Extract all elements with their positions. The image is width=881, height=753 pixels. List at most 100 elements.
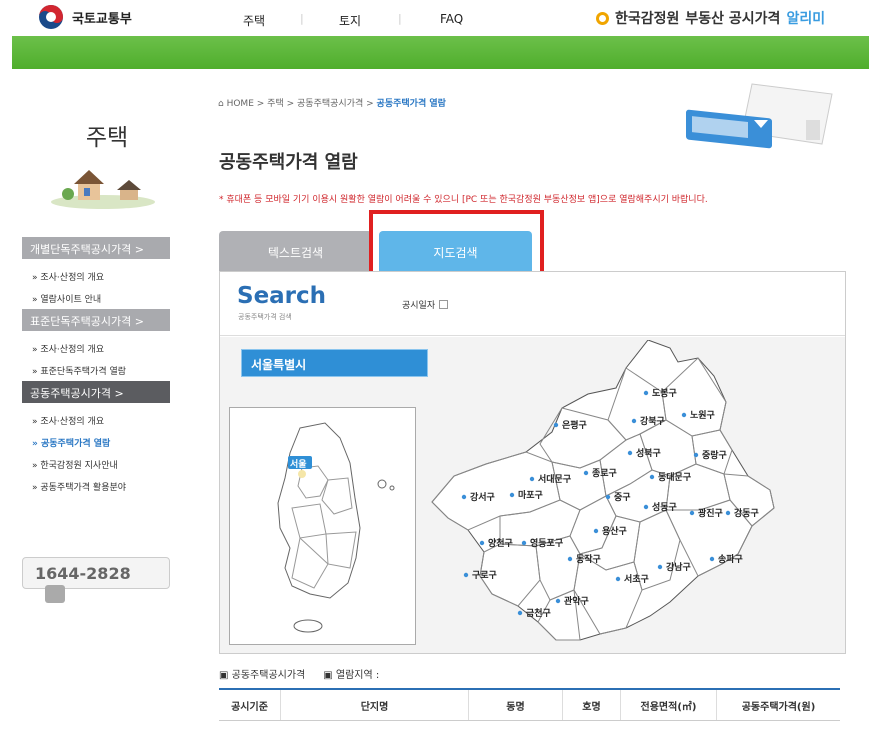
- district-dot: [657, 564, 663, 570]
- district-label[interactable]: 관악구: [564, 595, 589, 607]
- korea-map-box[interactable]: 서울: [229, 407, 416, 645]
- district-label[interactable]: 광진구: [698, 507, 723, 519]
- nav-house[interactable]: 주택: [243, 12, 265, 29]
- district-dot: [649, 474, 655, 480]
- district-dot: [583, 470, 589, 476]
- city-selector[interactable]: 서울특별시: [241, 349, 428, 377]
- district-dot: [689, 510, 695, 516]
- sidebar-item[interactable]: » 조사·산정의 개요: [22, 337, 170, 359]
- brand-suffix: 부동산 공시가격: [685, 11, 781, 27]
- search-title: Search: [237, 283, 327, 309]
- col-price: 공동주택가격(원): [741, 701, 816, 713]
- district-dot: [627, 450, 633, 456]
- sidebar-item[interactable]: » 표준단독주택가격 열람: [22, 359, 170, 381]
- result-table-header: 공시기준 단지명 동명 호명 전용면적(㎡) 공동주택가격(원): [219, 688, 840, 721]
- seoul-district-map[interactable]: 도봉구노원구강북구 은평구성북구 중랑구종로구 동대문구 서대문구강서구 마포구 중구성동구…: [430, 340, 775, 645]
- district-label[interactable]: 서초구: [624, 573, 649, 585]
- district-label[interactable]: 동작구: [576, 554, 601, 565]
- district-dot: [517, 610, 523, 616]
- brand-logo[interactable]: 한국감정원 부동산 공시가격 알리미: [596, 8, 825, 28]
- nav-faq[interactable]: FAQ: [440, 12, 463, 26]
- seoul-label: 서울: [290, 460, 307, 470]
- district-dot: [615, 576, 621, 582]
- district-dot: [643, 390, 649, 396]
- sidebar-menu: 개별단독주택공시가격 > » 조사·산정의 개요 » 열람사이트 안내 표준단독…: [22, 237, 170, 497]
- district-label[interactable]: 도봉구: [652, 388, 677, 399]
- result-info: ▣ 공동주택공시가격 ▣ 열람지역 :: [219, 666, 379, 681]
- result-link-region[interactable]: ▣ 열람지역 :: [323, 666, 379, 681]
- phone-number-box: 1644-2828: [22, 557, 170, 603]
- date-filter[interactable]: 공시일자: [402, 298, 449, 311]
- district-label[interactable]: 강북구: [640, 415, 665, 427]
- district-dot: [593, 528, 599, 534]
- brand-circle-icon: [596, 11, 609, 25]
- sidebar-item[interactable]: » 열람사이트 안내: [22, 287, 170, 309]
- district-dot: [479, 540, 485, 546]
- district-dot: [681, 412, 687, 418]
- tab-text-search[interactable]: 텍스트검색: [219, 231, 372, 271]
- district-label[interactable]: 중랑구: [702, 449, 727, 461]
- sidebar-section-standard[interactable]: 표준단독주택공시가격 >: [22, 309, 170, 331]
- sidebar-item[interactable]: » 조사·산정의 개요: [22, 265, 170, 287]
- district-label[interactable]: 강동구: [734, 507, 759, 519]
- district-dot: [567, 556, 573, 562]
- district-label[interactable]: 송파구: [718, 553, 743, 565]
- district-label[interactable]: 마포구: [518, 489, 543, 501]
- phone-icon: [45, 584, 65, 603]
- result-link-price[interactable]: ▣ 공동주택공시가격: [219, 666, 305, 681]
- col-date: 공시기준: [219, 690, 281, 720]
- breadcrumb: ⌂ HOME > 주택 > 공동주택공시가격 > 공동주택가격 열람: [218, 99, 446, 109]
- sidebar-section-apartment[interactable]: 공동주택공시가격 >: [22, 381, 170, 403]
- district-dot: [521, 540, 527, 546]
- district-label[interactable]: 서대문구: [538, 473, 571, 485]
- sidebar-section-individual[interactable]: 개별단독주택공시가격 >: [22, 237, 170, 259]
- breadcrumb-item[interactable]: 공동주택공시가격: [297, 99, 363, 109]
- district-dot: [555, 598, 561, 604]
- search-illustration: [686, 83, 833, 149]
- col-unit: 호명: [563, 690, 621, 720]
- date-checkbox[interactable]: [439, 300, 449, 309]
- district-label[interactable]: 중구: [614, 492, 631, 503]
- arrow-box-icon: ▣: [219, 670, 232, 681]
- district-label[interactable]: 구로구: [472, 570, 497, 581]
- ministry-logo[interactable]: 국토교통부: [38, 4, 132, 30]
- district-dot: [529, 476, 535, 482]
- korea-map: [277, 422, 395, 633]
- district-label[interactable]: 강서구: [470, 491, 495, 503]
- phone-number: 1644-2828: [35, 564, 131, 583]
- houses-illustration: [51, 170, 155, 209]
- district-label[interactable]: 용산구: [602, 525, 627, 537]
- date-label: 공시일자: [402, 301, 436, 311]
- district-dot: [461, 494, 467, 500]
- sidebar-item[interactable]: » 조사·산정의 개요: [22, 409, 170, 431]
- logo-text: 국토교통부: [72, 11, 132, 27]
- district-label[interactable]: 성동구: [652, 501, 677, 513]
- district-label[interactable]: 노원구: [690, 409, 715, 421]
- sidebar-item[interactable]: » 한국감정원 지사안내: [22, 453, 170, 475]
- sidebar-item[interactable]: » 공동주택가격 활용분야: [22, 475, 170, 497]
- sidebar-item-active[interactable]: » 공동주택가격 열람: [22, 431, 170, 453]
- breadcrumb-item[interactable]: 주택: [267, 99, 284, 109]
- breadcrumb-home[interactable]: HOME: [227, 99, 254, 109]
- home-icon: ⌂: [218, 99, 227, 109]
- district-label[interactable]: 종로구: [592, 468, 617, 479]
- district-label[interactable]: 동대문구: [658, 471, 691, 483]
- district-label[interactable]: 은평구: [562, 419, 587, 431]
- nav-land[interactable]: 토지: [339, 12, 361, 29]
- search-subtitle: 공동주택가격 검색: [238, 313, 292, 321]
- district-label[interactable]: 강남구: [666, 561, 691, 573]
- district-dot: [509, 492, 515, 498]
- district-dot: [463, 572, 469, 578]
- district-label[interactable]: 영등포구: [530, 537, 563, 549]
- col-area: 전용면적(㎡): [621, 690, 717, 720]
- district-dot: [709, 556, 715, 562]
- nav-separator: |: [398, 12, 402, 25]
- district-label[interactable]: 성북구: [636, 447, 661, 459]
- page-title: 공동주택가격 열람: [219, 152, 358, 173]
- green-menu-bar: [12, 36, 869, 69]
- region-label: 열람지역 :: [335, 670, 380, 681]
- district-dot: [643, 504, 649, 510]
- sidebar-title: 주택: [85, 125, 129, 151]
- district-label[interactable]: 금천구: [526, 608, 551, 619]
- district-label[interactable]: 양천구: [488, 537, 513, 549]
